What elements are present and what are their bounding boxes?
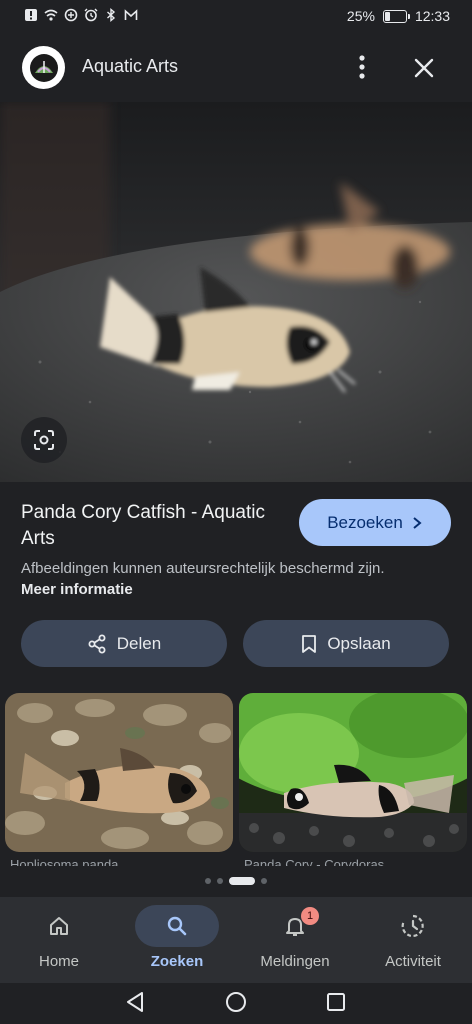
search-icon xyxy=(167,916,187,936)
clock: 12:33 xyxy=(414,8,450,24)
site-name[interactable]: Aquatic Arts xyxy=(82,56,178,77)
carousel-dot-active xyxy=(229,877,255,885)
data-saver-icon xyxy=(64,8,78,22)
chevron-right-icon xyxy=(413,516,422,529)
battery-percentage: 25% xyxy=(346,8,375,24)
activity-icon xyxy=(401,914,424,938)
related-image-1[interactable] xyxy=(5,693,233,852)
nav-activity[interactable]: Activiteit xyxy=(358,905,468,979)
system-navigation-bar xyxy=(0,983,472,1024)
save-button[interactable]: Opslaan xyxy=(243,620,449,667)
bottom-navigation: Home Zoeken 1 Meldingen Activiteit xyxy=(0,897,472,983)
panda-cory-photo xyxy=(0,102,472,482)
more-info-link[interactable]: Meer informatie xyxy=(21,581,133,598)
battery-level xyxy=(384,11,390,21)
result-title: Panda Cory Catfish - Aquatic Arts xyxy=(21,502,265,549)
more-options-button[interactable] xyxy=(350,52,374,82)
home-icon xyxy=(50,917,68,935)
recents-button[interactable] xyxy=(321,987,351,1017)
battery-icon xyxy=(382,9,410,23)
related-image-2[interactable] xyxy=(239,693,467,852)
nav-home-label: Home xyxy=(38,953,79,970)
alarm-icon xyxy=(84,8,98,22)
moss-fish-photo xyxy=(239,693,467,852)
google-lens-button[interactable] xyxy=(21,417,67,463)
carousel-dot xyxy=(217,878,223,884)
aquatic-arts-logo-icon xyxy=(29,53,58,82)
image-viewer-page: 25% 12:33 Aquatic Arts Panda Cory Catfis… xyxy=(0,0,472,1024)
wifi-icon xyxy=(44,9,58,21)
recents-square-icon xyxy=(327,993,345,1011)
alert-icon xyxy=(25,9,37,21)
home-system-button[interactable] xyxy=(221,987,251,1017)
visit-label: Bezoeken xyxy=(327,512,403,532)
lens-icon xyxy=(34,430,54,450)
status-bar: 25% 12:33 xyxy=(0,0,472,34)
copyright-notice: Afbeeldingen kunnen auteursrechtelijk be… xyxy=(21,558,421,600)
more-vert-icon xyxy=(359,55,365,79)
site-logo[interactable] xyxy=(22,46,65,89)
carousel-dot xyxy=(205,878,211,884)
share-button[interactable]: Delen xyxy=(21,620,227,667)
close-icon xyxy=(414,58,434,78)
close-button[interactable] xyxy=(410,54,438,82)
copyright-text: Afbeeldingen kunnen auteursrechtelijk be… xyxy=(21,560,385,577)
nav-search-label: Zoeken xyxy=(150,953,204,970)
carousel-dot xyxy=(261,878,267,884)
bookmark-icon xyxy=(302,634,317,653)
nav-notifications-label: Meldingen xyxy=(260,953,330,970)
bluetooth-icon xyxy=(107,8,116,22)
related-caption-1[interactable]: Hopliosoma panda xyxy=(10,856,228,866)
hero-image[interactable] xyxy=(0,102,472,482)
back-button[interactable] xyxy=(120,987,150,1017)
nav-notifications[interactable]: 1 Meldingen xyxy=(240,905,350,979)
nav-home[interactable]: Home xyxy=(4,905,114,979)
notification-badge: 1 xyxy=(301,907,319,925)
share-icon xyxy=(88,634,106,653)
gmail-icon xyxy=(124,9,138,20)
share-label: Delen xyxy=(116,633,162,653)
home-circle-icon xyxy=(226,992,246,1012)
related-caption-2[interactable]: Panda Cory - Corydoras xyxy=(244,856,462,866)
nav-activity-label: Activiteit xyxy=(385,953,441,970)
source-header: Aquatic Arts xyxy=(0,34,472,102)
nav-search[interactable]: Zoeken xyxy=(122,905,232,979)
visit-button[interactable]: Bezoeken xyxy=(299,499,451,546)
carousel-indicator xyxy=(0,877,472,885)
back-triangle-icon xyxy=(127,992,143,1012)
pebble-fish-photo xyxy=(5,693,233,852)
save-label: Opslaan xyxy=(327,633,391,653)
